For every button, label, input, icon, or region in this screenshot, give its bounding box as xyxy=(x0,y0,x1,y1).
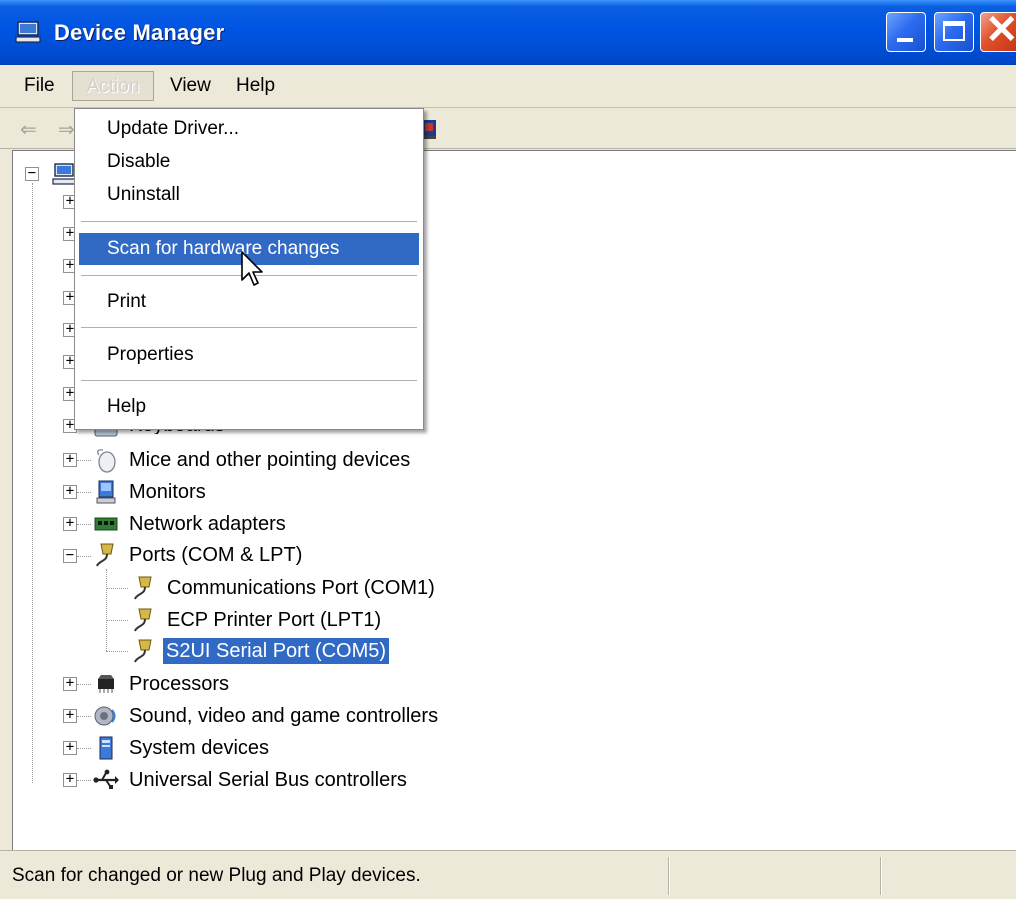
close-icon: ✕ xyxy=(985,8,1016,52)
status-text: Scan for changed or new Plug and Play de… xyxy=(12,865,421,886)
tree-item-ports[interactable]: Ports (COM & LPT) xyxy=(129,542,302,568)
tree-item-processors[interactable]: Processors xyxy=(129,671,229,697)
menu-action[interactable]: Action xyxy=(72,71,154,101)
menu-item-update-driver[interactable]: Update Driver... xyxy=(79,113,419,145)
tree-item-com1[interactable]: Communications Port (COM1) xyxy=(167,575,435,601)
tree-item-system-devices[interactable]: System devices xyxy=(129,735,269,761)
monitor-icon xyxy=(96,480,116,504)
collapse-toggle[interactable]: − xyxy=(63,548,77,563)
port-icon xyxy=(134,639,152,663)
menu-item-print[interactable]: Print xyxy=(79,286,419,318)
menu-separator xyxy=(81,380,417,381)
status-bar: Scan for changed or new Plug and Play de… xyxy=(0,850,1016,899)
status-divider xyxy=(880,857,882,895)
mouse-cursor-icon xyxy=(241,251,263,286)
menu-separator xyxy=(81,327,417,328)
tree-item-monitors[interactable]: Monitors xyxy=(129,479,206,505)
expand-toggle[interactable]: + xyxy=(63,484,77,499)
close-button[interactable]: ✕ xyxy=(980,8,1016,52)
device-manager-window: Device Manager ✕ File Action View Help ⇐… xyxy=(0,0,1016,899)
tree-item-lpt1[interactable]: ECP Printer Port (LPT1) xyxy=(167,607,381,633)
tree-item-network-adapters[interactable]: Network adapters xyxy=(129,511,286,537)
menu-file[interactable]: File xyxy=(14,71,65,101)
menu-bar: File Action View Help xyxy=(0,65,1016,108)
tree-item-mice[interactable]: Mice and other pointing devices xyxy=(129,447,410,473)
maximize-button[interactable] xyxy=(934,12,974,52)
status-divider xyxy=(668,857,670,895)
menu-help[interactable]: Help xyxy=(226,71,285,101)
menu-item-help[interactable]: Help xyxy=(79,391,419,423)
computer-icon xyxy=(15,21,41,43)
usb-icon xyxy=(93,769,119,789)
expand-toggle[interactable]: + xyxy=(63,676,77,691)
window-title: Device Manager xyxy=(54,20,225,45)
speaker-icon xyxy=(94,706,116,726)
menu-item-properties[interactable]: Properties xyxy=(79,339,419,371)
processor-icon xyxy=(98,675,114,693)
port-icon xyxy=(134,576,152,600)
tree-item-sound[interactable]: Sound, video and game controllers xyxy=(129,703,438,729)
forward-icon[interactable]: ⇒ xyxy=(58,117,75,142)
expand-toggle[interactable]: + xyxy=(63,516,77,531)
expand-toggle[interactable]: + xyxy=(63,452,77,467)
minimize-icon xyxy=(897,38,913,42)
title-bar[interactable]: Device Manager ✕ xyxy=(0,0,1016,65)
expand-toggle[interactable]: + xyxy=(63,708,77,723)
maximize-icon xyxy=(943,21,965,41)
port-icon xyxy=(96,543,114,567)
port-icon xyxy=(134,608,152,632)
minimize-button[interactable] xyxy=(886,12,926,52)
expand-toggle[interactable]: + xyxy=(63,740,77,755)
menu-view[interactable]: View xyxy=(160,71,221,101)
menu-separator xyxy=(81,221,417,222)
tree-item-usb[interactable]: Universal Serial Bus controllers xyxy=(129,767,407,793)
expand-toggle[interactable]: + xyxy=(63,772,77,787)
menu-item-disable[interactable]: Disable xyxy=(79,146,419,178)
collapse-root-toggle[interactable]: − xyxy=(25,166,39,181)
system-device-icon xyxy=(99,736,113,760)
network-adapter-icon xyxy=(94,517,118,531)
menu-item-uninstall[interactable]: Uninstall xyxy=(79,179,419,211)
mouse-icon xyxy=(97,449,116,473)
back-icon[interactable]: ⇐ xyxy=(20,117,37,142)
tree-item-com5[interactable]: S2UI Serial Port (COM5) xyxy=(163,638,390,664)
